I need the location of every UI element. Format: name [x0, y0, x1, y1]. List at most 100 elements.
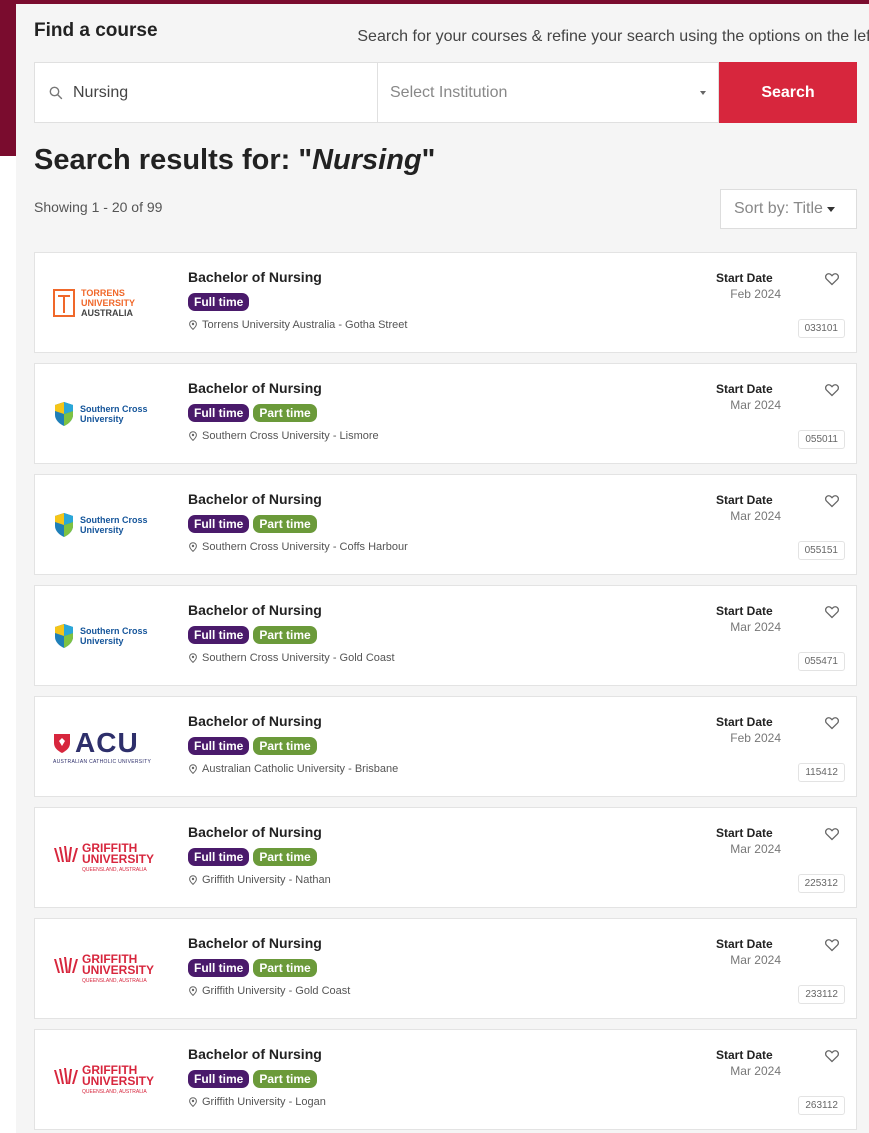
start-date-label: Start Date	[716, 1048, 773, 1062]
scu-shield-icon	[55, 624, 73, 648]
institution-logo: Southern Cross University	[53, 608, 165, 664]
location-pin-icon	[188, 431, 198, 441]
course-title[interactable]: Bachelor of Nursing	[188, 713, 322, 729]
full-time-badge: Full time	[188, 515, 250, 533]
results-title-prefix: Search results for: "	[34, 144, 313, 176]
course-code: 055471	[797, 652, 845, 671]
griffith-logo: GRIFFITH UNIVERSITY QUEENSLAND, AUSTRALIA	[53, 842, 154, 873]
course-title[interactable]: Bachelor of Nursing	[188, 935, 322, 951]
search-bar: Select Institution Search	[34, 62, 857, 123]
results-list: TORRENS UNIVERSITY AUSTRALIA Bachelor of N…	[34, 252, 857, 1133]
start-date-label: Start Date	[716, 937, 773, 951]
griffith-mark-icon	[54, 846, 78, 862]
torrens-word-2: UNIVERSITY	[81, 298, 136, 308]
griffith-logo: GRIFFITH UNIVERSITY QUEENSLAND, AUSTRALIA	[53, 953, 155, 984]
full-time-badge: Full time	[188, 1070, 250, 1088]
institution-logo: GRIFFITH UNIVERSITY QUEENSLAND, AUSTRALIA	[53, 1052, 165, 1108]
left-brand-strip	[0, 0, 16, 156]
course-title[interactable]: Bachelor of Nursing	[188, 491, 322, 507]
torrens-word-3: AUSTRALIA	[81, 308, 133, 318]
sort-label: Sort by: Title	[734, 200, 823, 217]
location-pin-icon	[188, 320, 198, 330]
start-date-label: Start Date	[716, 826, 773, 840]
search-icon	[47, 84, 65, 102]
start-date-value: Mar 2024	[730, 953, 781, 967]
study-mode-badges: Full time Part time	[188, 959, 317, 977]
griffith-word-2: UNIVERSITY	[82, 1074, 155, 1088]
heart-icon[interactable]	[824, 493, 840, 509]
course-card[interactable]: TORRENS UNIVERSITY AUSTRALIA Bachelor of N…	[34, 252, 857, 353]
find-course-header: Find a course Search for your courses & …	[34, 18, 869, 48]
course-title[interactable]: Bachelor of Nursing	[188, 380, 322, 396]
scu-word-1: Southern Cross	[80, 626, 148, 636]
start-date-label: Start Date	[716, 604, 773, 618]
location-pin-icon	[188, 1097, 198, 1107]
heart-icon[interactable]	[824, 826, 840, 842]
course-code: 225312	[797, 874, 845, 893]
heart-icon[interactable]	[824, 715, 840, 731]
course-code: 033101	[797, 319, 845, 338]
full-time-badge: Full time	[188, 848, 250, 866]
griffith-wordmark: GRIFFITH UNIVERSITY	[82, 1064, 155, 1088]
page-title: Search results for: "Nursing"	[34, 144, 435, 177]
part-time-badge: Part time	[253, 737, 317, 755]
location-pin-icon	[188, 764, 198, 774]
course-code: 233112	[798, 985, 845, 1004]
campus-location: Southern Cross University - Coffs Harbou…	[188, 541, 408, 553]
chevron-down-icon	[700, 91, 706, 95]
search-input[interactable]	[73, 83, 353, 102]
acu-logo: ACU AUSTRALIAN CATHOLIC UNIVERSITY	[53, 729, 151, 766]
course-code: 055151	[797, 541, 845, 560]
scu-word-2: University	[80, 414, 124, 424]
torrens-mark-icon	[53, 289, 75, 317]
start-date-value: Mar 2024	[730, 620, 781, 634]
campus-location: Torrens University Australia - Gotha Str…	[188, 319, 407, 331]
griffith-wordmark: GRIFFITH UNIVERSITY	[82, 842, 154, 865]
course-title[interactable]: Bachelor of Nursing	[188, 824, 322, 840]
institution-logo: Southern Cross University	[53, 386, 165, 442]
sort-dropdown[interactable]: Sort by: Title	[720, 189, 857, 229]
course-title[interactable]: Bachelor of Nursing	[188, 269, 322, 285]
torrens-word-1: TORRENS	[81, 288, 125, 298]
course-card[interactable]: GRIFFITH UNIVERSITY QUEENSLAND, AUSTRALIA …	[34, 918, 857, 1019]
heart-icon[interactable]	[824, 382, 840, 398]
scu-word-2: University	[80, 636, 124, 646]
start-date-value: Mar 2024	[730, 1064, 781, 1078]
institution-select-label: Select Institution	[390, 83, 508, 101]
scu-wordmark: Southern Cross University	[80, 626, 148, 646]
scu-word-1: Southern Cross	[80, 404, 148, 414]
location-pin-icon	[188, 875, 198, 885]
griffith-logo: GRIFFITH UNIVERSITY QUEENSLAND, AUSTRALIA	[53, 1064, 155, 1095]
results-count: Showing 1 - 20 of 99	[34, 199, 163, 215]
scu-logo: Southern Cross University	[53, 512, 148, 538]
course-card[interactable]: GRIFFITH UNIVERSITY QUEENSLAND, AUSTRALIA …	[34, 1029, 857, 1130]
course-title[interactable]: Bachelor of Nursing	[188, 602, 322, 618]
search-button[interactable]: Search	[719, 62, 857, 123]
griffith-mark-icon	[54, 957, 78, 973]
heart-icon[interactable]	[824, 937, 840, 953]
study-mode-badges: Full time Part time	[188, 737, 317, 755]
griffith-subtitle: QUEENSLAND, AUSTRALIA	[82, 1089, 147, 1095]
heart-icon[interactable]	[824, 271, 840, 287]
scu-logo: Southern Cross University	[53, 623, 148, 649]
heart-icon[interactable]	[824, 604, 840, 620]
institution-select[interactable]: Select Institution	[378, 62, 719, 123]
institution-logo: GRIFFITH UNIVERSITY QUEENSLAND, AUSTRALIA	[53, 830, 165, 886]
campus-text: Australian Catholic University - Brisban…	[202, 763, 399, 775]
course-title[interactable]: Bachelor of Nursing	[188, 1046, 322, 1062]
scu-shield-icon	[55, 402, 73, 426]
campus-text: Southern Cross University - Coffs Harbou…	[202, 541, 408, 553]
heart-icon[interactable]	[824, 1048, 840, 1064]
campus-text: Griffith University - Logan	[202, 1096, 326, 1108]
course-card[interactable]: GRIFFITH UNIVERSITY QUEENSLAND, AUSTRALIA …	[34, 807, 857, 908]
start-date-value: Mar 2024	[730, 509, 781, 523]
search-box[interactable]	[34, 62, 378, 123]
course-card[interactable]: ACU AUSTRALIAN CATHOLIC UNIVERSITY Bachel…	[34, 696, 857, 797]
course-card[interactable]: Southern Cross University Bachelor of Nur…	[34, 585, 857, 686]
campus-text: Southern Cross University - Lismore	[202, 430, 379, 442]
campus-location: Southern Cross University - Lismore	[188, 430, 379, 442]
griffith-word-2: UNIVERSITY	[82, 963, 155, 977]
study-mode-badges: Full time Part time	[188, 515, 317, 533]
course-card[interactable]: Southern Cross University Bachelor of Nur…	[34, 363, 857, 464]
course-card[interactable]: Southern Cross University Bachelor of Nur…	[34, 474, 857, 575]
